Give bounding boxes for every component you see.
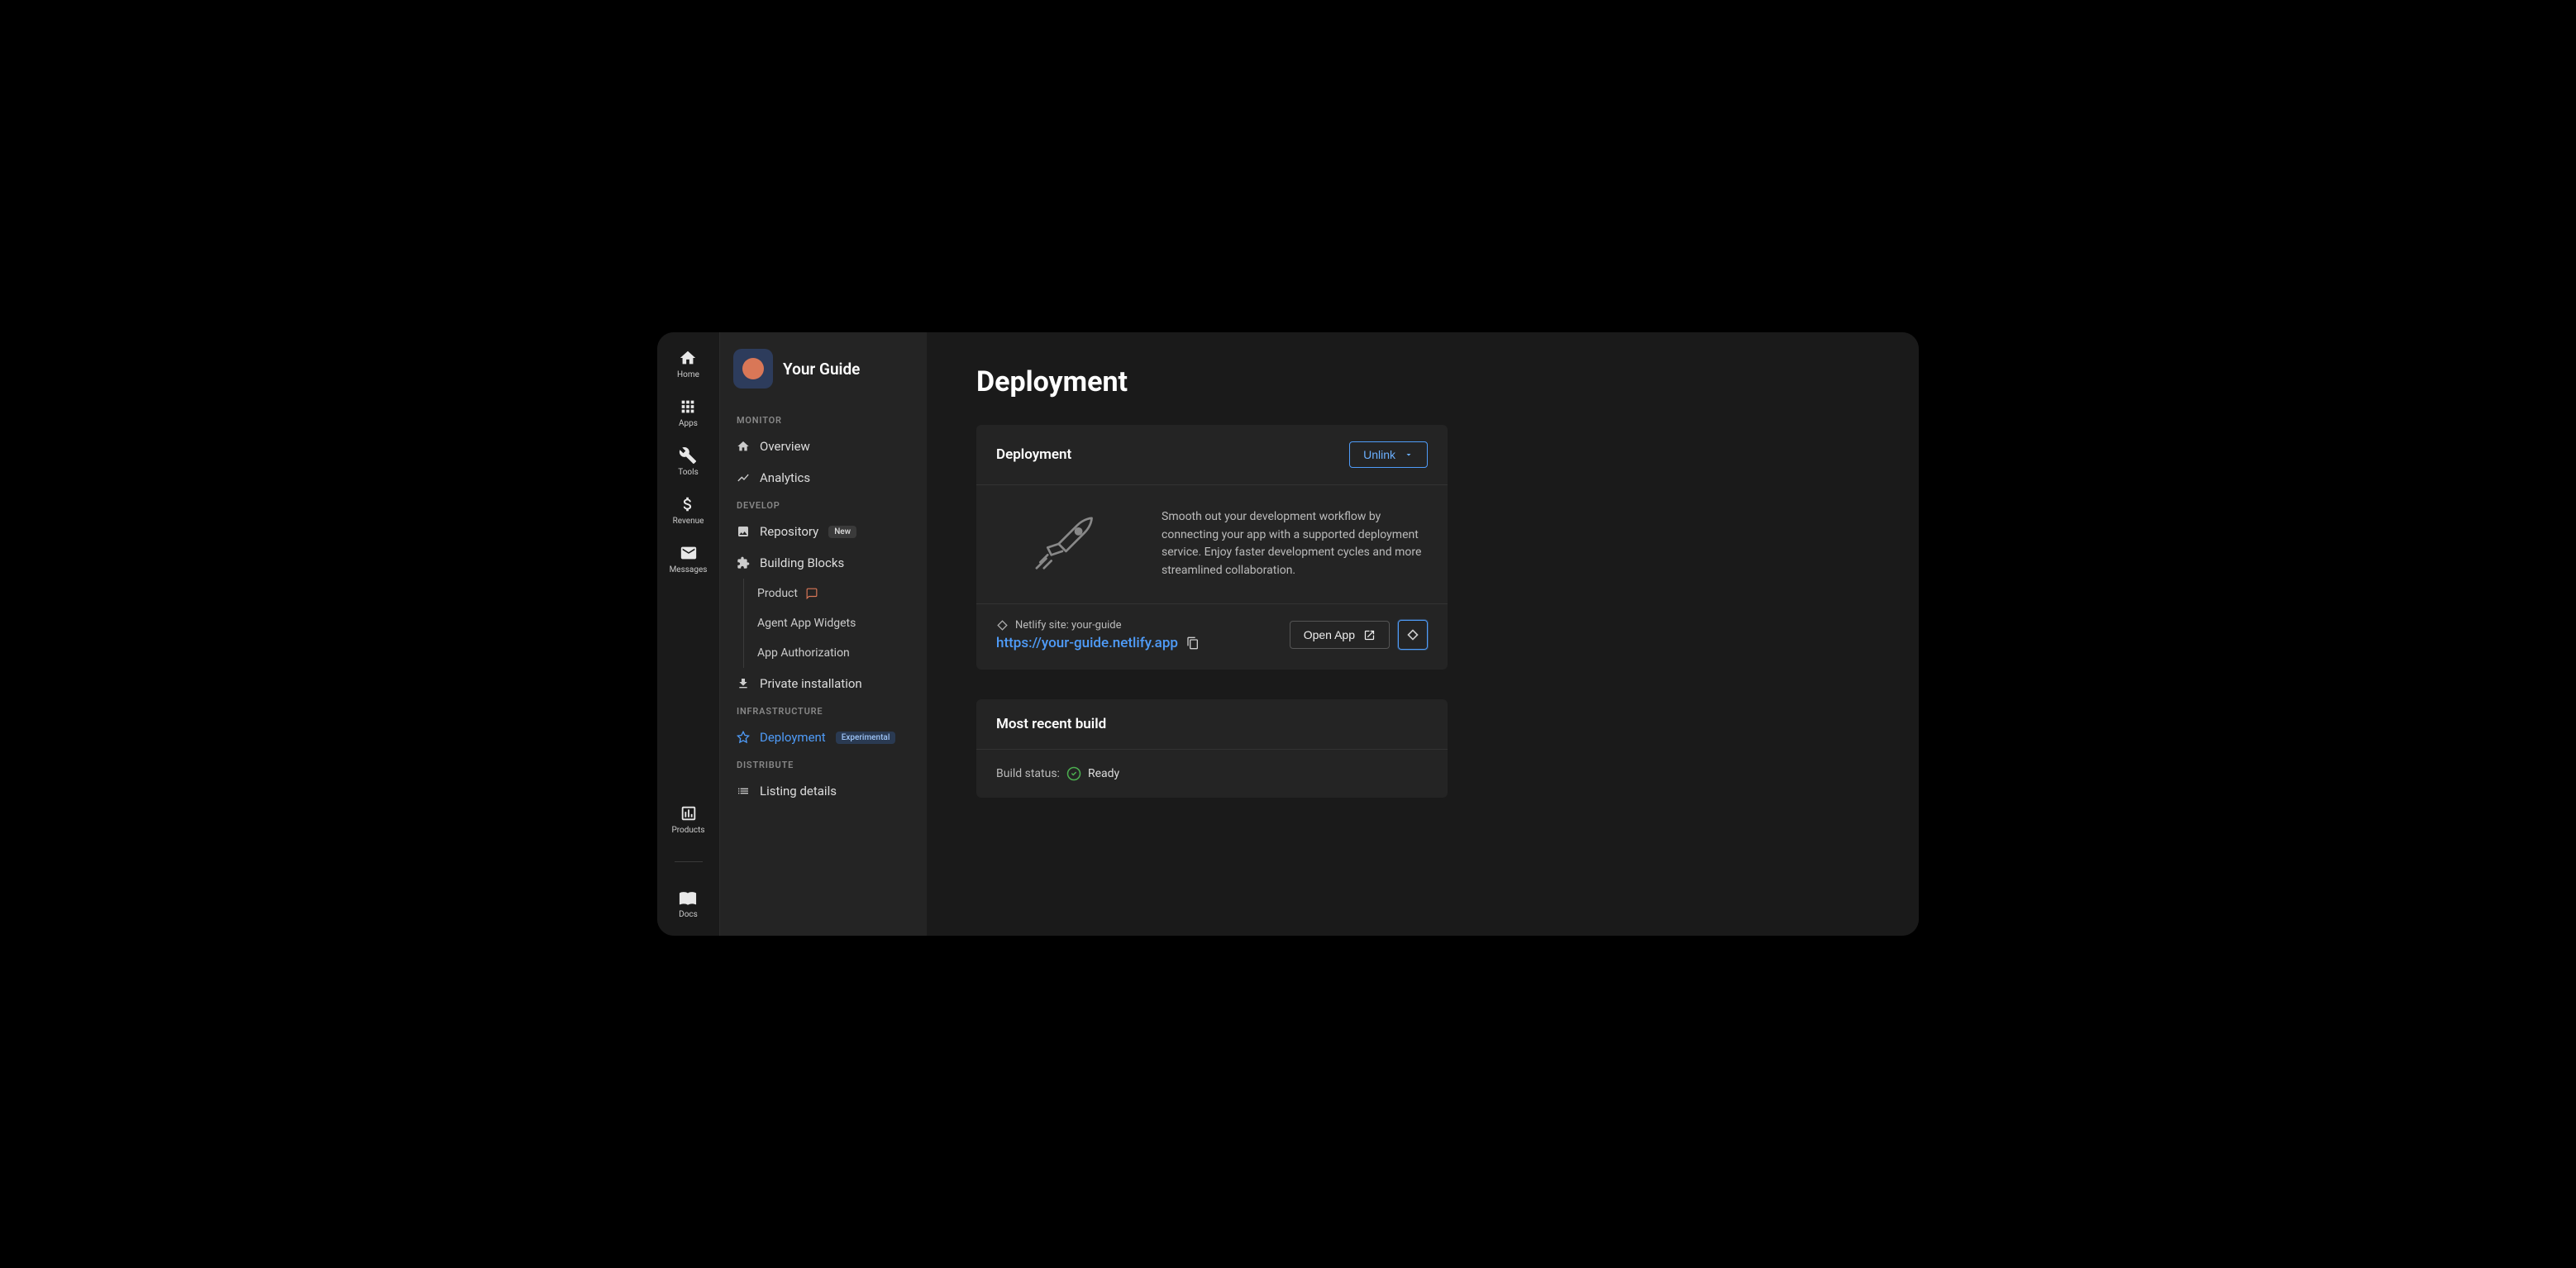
deployment-card-body: Smooth out your development workflow by … bbox=[976, 485, 1448, 604]
chevron-down-icon bbox=[1404, 450, 1414, 460]
chat-icon bbox=[806, 588, 818, 599]
recent-build-title: Most recent build bbox=[996, 716, 1106, 732]
build-status-label: Build status: bbox=[996, 767, 1060, 780]
building-blocks-subnav: Product Agent App Widgets App Authorizat… bbox=[743, 579, 927, 668]
app-shell: Home Apps Tools Revenue Messages Pr bbox=[657, 332, 1919, 936]
app-title: Your Guide bbox=[783, 360, 860, 379]
section-distribute: DISTRIBUTE bbox=[720, 753, 927, 775]
app-logo bbox=[733, 349, 773, 389]
sidebar-item-agent-widgets[interactable]: Agent App Widgets bbox=[744, 608, 927, 638]
rail-home[interactable]: Home bbox=[677, 349, 699, 379]
main-content: Deployment Deployment Unlink bbox=[927, 332, 1919, 936]
mail-icon bbox=[680, 544, 698, 562]
netlify-icon bbox=[996, 619, 1009, 632]
external-link-icon bbox=[1363, 629, 1376, 641]
rail-bottom: Products Docs bbox=[671, 804, 704, 919]
footer-actions: Open App bbox=[1290, 620, 1428, 650]
rail-top: Home Apps Tools Revenue Messages bbox=[670, 349, 708, 574]
build-status-value: Ready bbox=[1088, 767, 1119, 780]
diamond-icon bbox=[1406, 628, 1419, 641]
nav-label: Overview bbox=[760, 439, 810, 454]
rocket-illustration bbox=[996, 511, 1128, 577]
line-chart-icon bbox=[737, 471, 750, 484]
nav-label: Analytics bbox=[760, 470, 810, 485]
site-url-link[interactable]: https://your-guide.netlify.app bbox=[996, 635, 1178, 651]
image-icon bbox=[737, 525, 750, 538]
rail-products[interactable]: Products bbox=[671, 804, 704, 835]
book-icon bbox=[679, 889, 697, 907]
page-title: Deployment bbox=[976, 365, 1869, 398]
section-infrastructure: INFRASTRUCTURE bbox=[720, 699, 927, 722]
puzzle-icon bbox=[737, 556, 750, 570]
sidebar-item-listing-details[interactable]: Listing details bbox=[720, 775, 927, 807]
nav-label: Deployment bbox=[760, 730, 826, 745]
rail-revenue[interactable]: Revenue bbox=[673, 495, 704, 526]
sidebar-item-building-blocks[interactable]: Building Blocks bbox=[720, 547, 927, 579]
sidebar-item-repository[interactable]: Repository New bbox=[720, 516, 927, 547]
rail-tools[interactable]: Tools bbox=[678, 446, 698, 477]
nav-label: Product bbox=[757, 587, 798, 600]
build-status-row: Build status: Ready bbox=[976, 750, 1448, 798]
copy-icon[interactable] bbox=[1186, 636, 1200, 650]
sidebar: Your Guide MONITOR Overview Analytics DE… bbox=[720, 332, 927, 936]
sidebar-item-overview[interactable]: Overview bbox=[720, 431, 927, 462]
apps-icon bbox=[679, 398, 697, 416]
rocket-icon bbox=[1025, 511, 1100, 577]
sidebar-item-private-installation[interactable]: Private installation bbox=[720, 668, 927, 699]
netlify-site-label: Netlify site: your-guide bbox=[996, 619, 1200, 632]
deployment-card-title: Deployment bbox=[996, 446, 1071, 463]
sidebar-item-deployment[interactable]: Deployment Experimental bbox=[720, 722, 927, 753]
deployment-card: Deployment Unlink bbox=[976, 425, 1448, 670]
sidebar-item-analytics[interactable]: Analytics bbox=[720, 462, 927, 493]
nav-label: Listing details bbox=[760, 784, 837, 798]
section-monitor: MONITOR bbox=[720, 408, 927, 431]
deploy-icon bbox=[737, 731, 750, 744]
wrench-icon bbox=[679, 446, 697, 465]
sidebar-item-app-authorization[interactable]: App Authorization bbox=[744, 638, 927, 668]
dollar-icon bbox=[679, 495, 697, 513]
new-badge: New bbox=[828, 526, 856, 538]
site-url: https://your-guide.netlify.app bbox=[996, 635, 1200, 651]
rail-apps[interactable]: Apps bbox=[679, 398, 698, 428]
nav-label: Agent App Widgets bbox=[757, 617, 856, 630]
unlink-label: Unlink bbox=[1363, 448, 1395, 461]
home-icon bbox=[679, 349, 697, 367]
site-info: Netlify site: your-guide https://your-gu… bbox=[996, 619, 1200, 651]
nav-label: Private installation bbox=[760, 676, 862, 691]
check-circle-icon bbox=[1066, 766, 1081, 781]
deployment-description: Smooth out your development workflow by … bbox=[1162, 508, 1428, 580]
deployment-card-header: Deployment Unlink bbox=[976, 425, 1448, 485]
deployment-card-footer: Netlify site: your-guide https://your-gu… bbox=[976, 604, 1448, 670]
sidebar-header: Your Guide bbox=[720, 332, 927, 408]
service-settings-button[interactable] bbox=[1398, 620, 1428, 650]
recent-build-header: Most recent build bbox=[976, 699, 1448, 750]
nav-label: App Authorization bbox=[757, 646, 850, 660]
open-app-button[interactable]: Open App bbox=[1290, 621, 1390, 649]
nav-label: Building Blocks bbox=[760, 555, 844, 570]
open-app-label: Open App bbox=[1304, 628, 1355, 641]
home-icon bbox=[737, 440, 750, 453]
list-icon bbox=[737, 784, 750, 798]
rail-divider bbox=[675, 861, 703, 862]
app-logo-circle bbox=[742, 358, 764, 379]
global-rail: Home Apps Tools Revenue Messages Pr bbox=[657, 332, 720, 936]
rail-messages[interactable]: Messages bbox=[670, 544, 708, 574]
experimental-badge: Experimental bbox=[836, 732, 896, 744]
recent-build-card: Most recent build Build status: Ready bbox=[976, 699, 1448, 798]
unlink-button[interactable]: Unlink bbox=[1349, 441, 1428, 468]
sidebar-item-product[interactable]: Product bbox=[744, 579, 927, 608]
nav-label: Repository bbox=[760, 524, 818, 539]
rail-docs[interactable]: Docs bbox=[679, 889, 698, 919]
section-develop: DEVELOP bbox=[720, 493, 927, 516]
products-icon bbox=[680, 804, 698, 822]
download-icon bbox=[737, 677, 750, 690]
